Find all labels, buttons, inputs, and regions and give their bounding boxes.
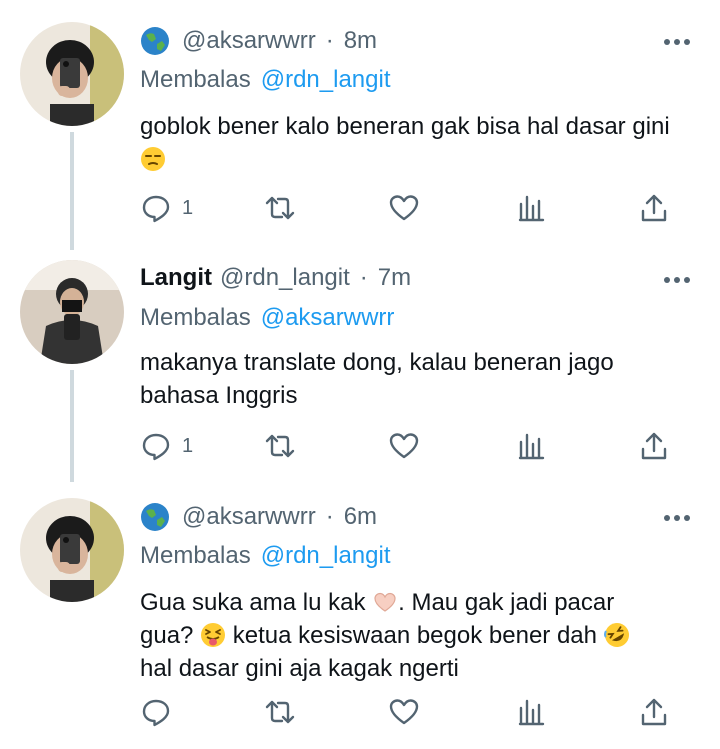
retweet-icon — [265, 434, 295, 458]
reply-count: 1 — [182, 434, 194, 457]
tweet-text: Gua suka ama lu kak . Mau gak jadi pacar… — [140, 586, 700, 685]
retweet-icon — [265, 196, 295, 220]
squinting-tongue-face-emoji-icon — [201, 623, 226, 647]
tweet-handle[interactable]: @rdn_langit — [220, 264, 350, 292]
tweet-time[interactable]: 6m — [344, 503, 377, 531]
analytics-icon — [518, 433, 545, 460]
reply-prefix: Membalas — [140, 304, 251, 331]
tweet-1[interactable]: @aksarwwrr · 8m Membalas @rdn_langit gobl… — [0, 0, 720, 250]
globe-emoji-icon — [141, 27, 169, 55]
tweet-display-name[interactable]: Langit — [140, 264, 212, 292]
heart-icon — [389, 699, 419, 725]
analytics-button[interactable] — [516, 192, 548, 224]
rofl-face-emoji-icon — [603, 623, 629, 647]
tweet-text: makanya translate dong, kalau beneran ja… — [140, 346, 700, 412]
tweet-2[interactable]: Langit @rdn_langit · 7m Membalas @aksarww… — [0, 250, 720, 482]
share-button[interactable] — [638, 696, 670, 728]
tweet-text-segment: Gua suka ama lu kak — [140, 589, 366, 616]
reply-icon — [142, 195, 170, 223]
more-options-icon[interactable] — [664, 515, 690, 521]
tweet-text-segment: . Mau gak jadi pacar — [398, 589, 615, 616]
heart-hands-emoji-icon — [374, 592, 396, 612]
reply-button[interactable]: 1 — [140, 430, 193, 462]
heart-icon — [389, 433, 419, 459]
tweet-time[interactable]: 8m — [344, 27, 377, 55]
avatar-aksarwwrr[interactable] — [20, 498, 124, 602]
like-button[interactable] — [388, 696, 420, 728]
share-icon — [641, 432, 667, 460]
like-button[interactable] — [388, 430, 420, 462]
reply-icon — [142, 433, 170, 461]
tweet-text-segment: ketua kesiswaan begok bener dah — [232, 622, 597, 649]
reply-mention-link[interactable]: @rdn_langit — [261, 66, 391, 93]
more-options-icon[interactable] — [664, 277, 690, 283]
reply-count: 1 — [182, 196, 194, 219]
analytics-button[interactable] — [516, 696, 548, 728]
retweet-icon — [265, 700, 295, 724]
tweet-3[interactable]: @aksarwwrr · 6m Membalas @rdn_langit Gua … — [0, 482, 720, 749]
tweet-text-line: makanya translate dong, kalau beneran ja… — [140, 349, 614, 376]
tweet-text-line: goblok bener kalo beneran gak bisa hal d… — [140, 113, 670, 140]
thread-line — [70, 132, 74, 250]
more-options-icon[interactable] — [664, 39, 690, 45]
replying-to: Membalas @aksarwwrr — [140, 304, 394, 332]
tweet-text-segment: gua? — [140, 622, 194, 649]
heart-icon — [389, 195, 419, 221]
unamused-face-emoji-icon — [141, 147, 165, 171]
analytics-button[interactable] — [516, 430, 548, 462]
analytics-icon — [518, 699, 545, 726]
tweet-text-segment: hal dasar gini aja kagak ngerti — [140, 655, 459, 682]
share-icon — [641, 194, 667, 222]
avatar-rdn-langit[interactable] — [20, 260, 124, 364]
tweet-time[interactable]: 7m — [378, 264, 411, 292]
tweet-actions: 1 — [140, 192, 680, 232]
tweet-actions: 1 — [140, 430, 680, 470]
tweet-text: goblok bener kalo beneran gak bisa hal d… — [140, 110, 700, 176]
replying-to: Membalas @rdn_langit — [140, 542, 391, 570]
share-button[interactable] — [638, 192, 670, 224]
reply-prefix: Membalas — [140, 542, 251, 569]
separator-dot: · — [359, 264, 368, 291]
reply-button[interactable]: 1 — [140, 192, 193, 224]
share-button[interactable] — [638, 430, 670, 462]
reply-icon — [142, 699, 170, 727]
retweet-button[interactable] — [264, 430, 296, 462]
reply-mention-link[interactable]: @aksarwwrr — [261, 304, 395, 331]
thread-line — [70, 370, 74, 482]
reply-button[interactable] — [140, 696, 182, 728]
tweet-actions — [140, 696, 680, 736]
replying-to: Membalas @rdn_langit — [140, 66, 391, 94]
globe-emoji-icon — [141, 503, 169, 531]
retweet-button[interactable] — [264, 696, 296, 728]
retweet-button[interactable] — [264, 192, 296, 224]
analytics-icon — [518, 195, 545, 222]
share-icon — [641, 698, 667, 726]
reply-mention-link[interactable]: @rdn_langit — [261, 542, 391, 569]
tweet-header: @aksarwwrr · 6m — [140, 502, 377, 532]
reply-prefix: Membalas — [140, 66, 251, 93]
tweet-header: Langit @rdn_langit · 7m — [140, 264, 411, 292]
tweet-header: @aksarwwrr · 8m — [140, 26, 377, 56]
avatar-aksarwwrr[interactable] — [20, 22, 124, 126]
separator-dot: · — [325, 503, 334, 530]
tweet-handle[interactable]: @aksarwwrr — [182, 27, 316, 55]
tweet-handle[interactable]: @aksarwwrr — [182, 503, 316, 531]
like-button[interactable] — [388, 192, 420, 224]
tweet-text-line: bahasa Inggris — [140, 382, 298, 409]
separator-dot: · — [325, 27, 334, 54]
